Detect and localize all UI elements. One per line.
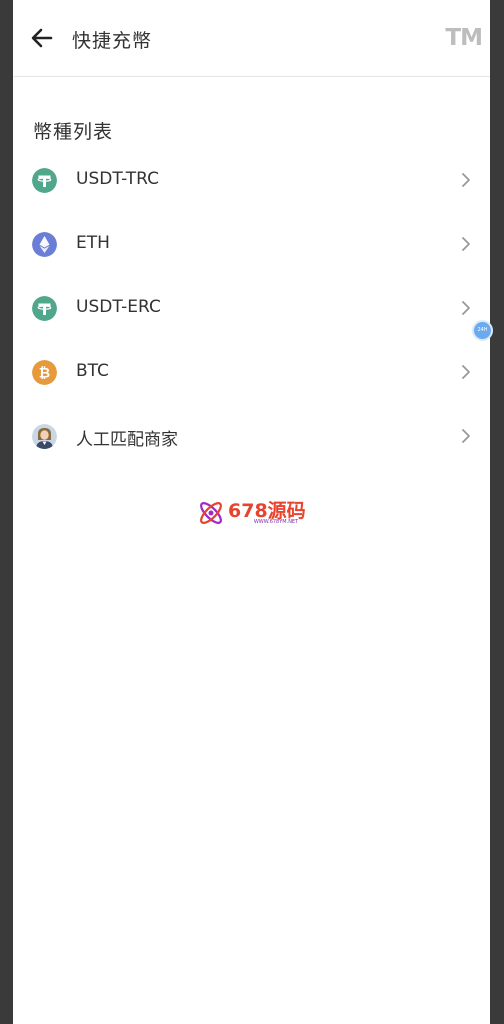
agent-avatar-icon: [32, 424, 57, 449]
chevron-right-icon: [462, 173, 470, 187]
section-title: 幣種列表: [33, 121, 114, 143]
watermark-url: WWW.678YM.NET: [253, 519, 299, 525]
tether-icon: [32, 168, 57, 193]
watermark-logo: 678源码 WWW.678YM.NET: [196, 495, 326, 531]
chevron-right-icon: [462, 429, 470, 443]
currency-item-manual-merchant[interactable]: 人工匹配商家: [13, 404, 490, 468]
currency-list: USDT-TRC ETH USDT-ERC ₿ BTC 人工匹配商家: [13, 148, 490, 468]
chevron-right-icon: [462, 365, 470, 379]
chevron-right-icon: [462, 237, 470, 251]
currency-item-usdt-erc[interactable]: USDT-ERC: [13, 276, 490, 340]
back-button[interactable]: [29, 24, 55, 52]
app-screen: 快捷充幣 TM 幣種列表 USDT-TRC ETH USDT-ERC ₿ BTC…: [13, 0, 490, 1024]
currency-item-btc[interactable]: ₿ BTC: [13, 340, 490, 404]
svg-text:₿: ₿: [39, 366, 50, 382]
chevron-right-icon: [462, 301, 470, 315]
currency-label: USDT-ERC: [76, 297, 161, 317]
currency-label: ETH: [76, 233, 110, 253]
top-bar: 快捷充幣 TM: [13, 0, 490, 77]
brand-logo: TM: [445, 25, 483, 51]
page-title: 快捷充幣: [72, 30, 153, 52]
bitcoin-icon: ₿: [32, 360, 57, 385]
arrow-left-icon: [31, 28, 53, 48]
currency-item-eth[interactable]: ETH: [13, 212, 490, 276]
floating-service-button[interactable]: 24H: [472, 320, 493, 341]
currency-label: 人工匹配商家: [76, 430, 178, 450]
ethereum-icon: [32, 232, 57, 257]
currency-label: BTC: [76, 361, 109, 381]
currency-label: USDT-TRC: [76, 169, 159, 189]
tether-icon: [32, 296, 57, 321]
currency-item-usdt-trc[interactable]: USDT-TRC: [13, 148, 490, 212]
atom-logo-icon: [200, 502, 222, 524]
